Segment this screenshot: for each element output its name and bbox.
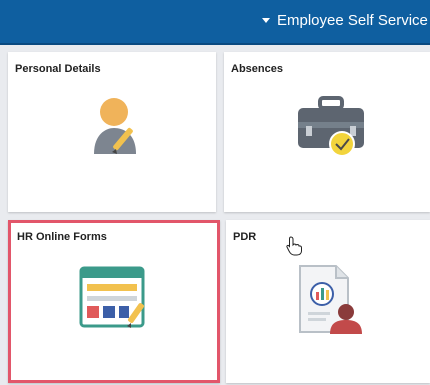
navigation-title: Employee Self Service bbox=[277, 12, 428, 29]
hand-cursor-icon bbox=[286, 236, 302, 256]
top-navigation-bar: Employee Self Service bbox=[0, 0, 430, 45]
tile-pdr[interactable]: PDR bbox=[226, 220, 430, 383]
tile-title: Personal Details bbox=[15, 63, 101, 75]
caret-down-icon bbox=[262, 18, 270, 23]
navigation-dropdown[interactable]: Employee Self Service bbox=[262, 12, 428, 29]
tile-personal-details[interactable]: Personal Details bbox=[8, 52, 216, 212]
form-icon bbox=[79, 266, 145, 328]
tile-title: Absences bbox=[231, 63, 283, 75]
person-icon bbox=[94, 98, 136, 154]
briefcase-icon bbox=[298, 96, 364, 157]
tile-absences[interactable]: Absences bbox=[224, 52, 430, 212]
tile-title: PDR bbox=[233, 231, 257, 243]
report-icon bbox=[299, 265, 362, 334]
tile-hr-online-forms[interactable]: HR Online Forms bbox=[8, 220, 220, 383]
tile-title: HR Online Forms bbox=[17, 231, 107, 243]
